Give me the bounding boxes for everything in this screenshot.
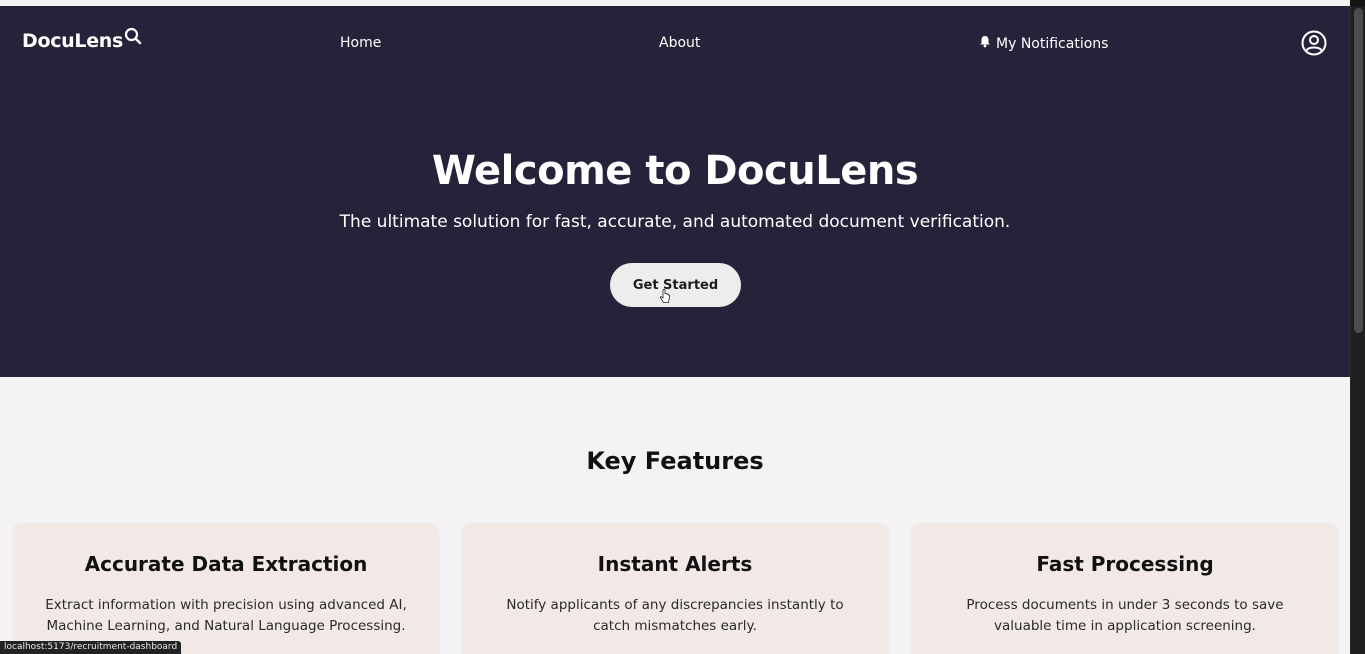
- feature-card-text: Extract information with precision using…: [45, 597, 407, 634]
- key-features-heading: Key Features: [586, 447, 764, 475]
- feature-card-alerts: Instant Alerts Notify applicants of any …: [463, 523, 887, 654]
- bell-icon: [979, 35, 991, 52]
- get-started-button[interactable]: Get Started: [610, 263, 741, 307]
- hero-title: Welcome to DocuLens: [431, 148, 919, 194]
- nav-home-link[interactable]: Home: [340, 35, 381, 51]
- feature-card-title: Accurate Data Extraction: [84, 552, 368, 576]
- hero-subtitle: The ultimate solution for fast, accurate…: [339, 212, 1011, 232]
- nav-notifications-label: My Notifications: [996, 35, 1109, 52]
- brand-logo[interactable]: DocuLens: [22, 27, 142, 52]
- user-account-icon[interactable]: [1301, 30, 1327, 56]
- search-icon: [124, 27, 142, 50]
- hero-section: DocuLens Home About My Notifications Wel…: [0, 6, 1350, 377]
- page-viewport: DocuLens Home About My Notifications Wel…: [0, 0, 1350, 654]
- vertical-scrollbar[interactable]: [1350, 6, 1365, 654]
- link-status-bar: localhost:5173/recruitment-dashboard: [0, 641, 182, 654]
- mouse-cursor-icon: [659, 289, 671, 309]
- scrollbar-thumb[interactable]: [1354, 8, 1363, 333]
- brand-name: DocuLens: [22, 30, 124, 52]
- navbar: DocuLens Home About My Notifications: [0, 6, 1350, 84]
- feature-card-text: Notify applicants of any discrepancies i…: [506, 597, 844, 634]
- feature-card-text: Process documents in under 3 seconds to …: [966, 597, 1284, 634]
- feature-card-title: Instant Alerts: [597, 552, 753, 576]
- nav-notifications-link[interactable]: My Notifications: [979, 35, 1108, 52]
- feature-card-title: Fast Processing: [1036, 552, 1214, 576]
- feature-card-processing: Fast Processing Process documents in und…: [913, 523, 1337, 654]
- nav-about-link[interactable]: About: [659, 35, 700, 51]
- feature-card-extraction: Accurate Data Extraction Extract informa…: [14, 523, 438, 654]
